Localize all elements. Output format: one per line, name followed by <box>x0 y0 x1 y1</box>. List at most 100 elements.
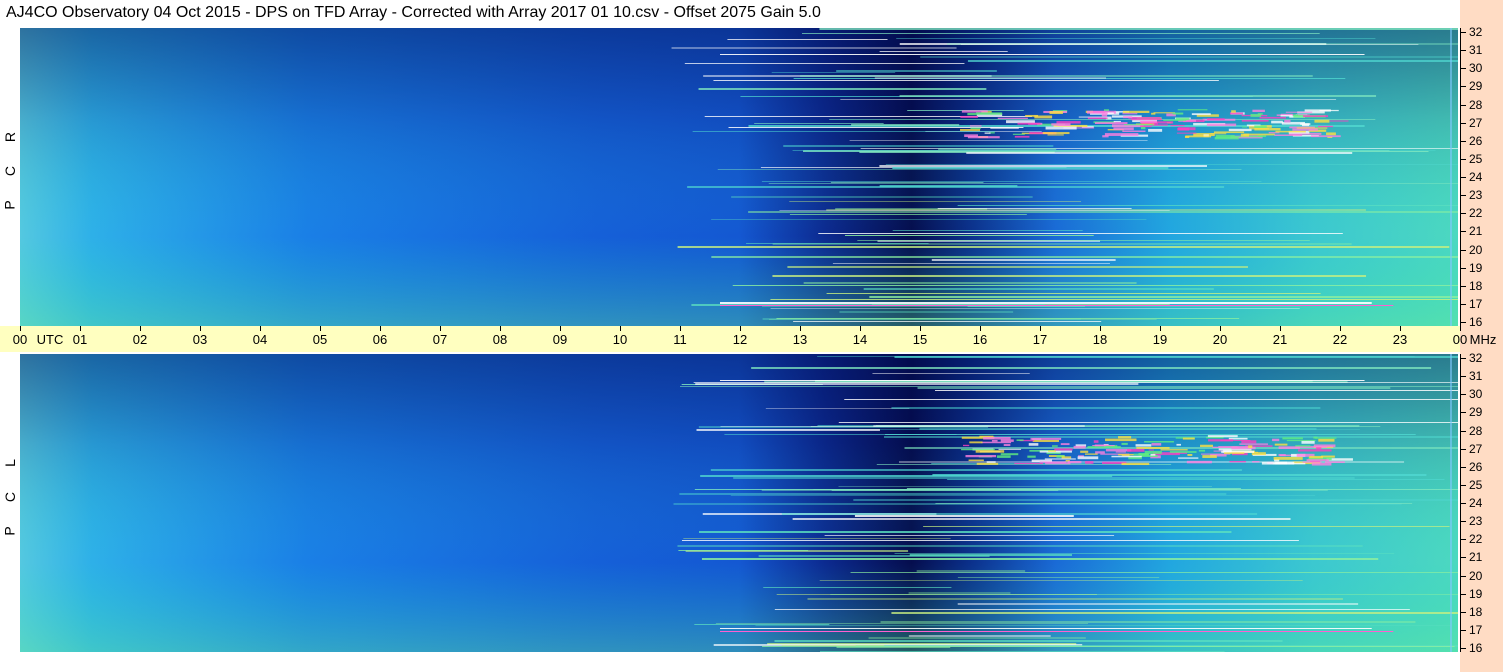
interference-streak <box>801 33 1320 34</box>
emission-band <box>1220 440 1251 442</box>
mhz-tick-label: 20 <box>1469 242 1483 257</box>
emission-band <box>1163 119 1187 121</box>
interference-streak <box>761 181 1262 182</box>
interference-streak <box>839 311 1014 313</box>
mhz-tick-label: 22 <box>1469 532 1483 547</box>
interference-streak <box>879 165 1208 167</box>
emission-band <box>1309 455 1323 459</box>
interference-streak <box>935 390 1458 391</box>
mhz-tick-mark <box>1460 466 1466 468</box>
emission-band <box>1039 461 1066 463</box>
utc-tick-mark <box>1040 326 1041 331</box>
interference-streak <box>916 570 1026 572</box>
emission-band <box>1301 440 1315 444</box>
mhz-tick-label: 17 <box>1469 296 1483 311</box>
mhz-tick-mark <box>1460 50 1466 52</box>
emission-band <box>1223 452 1245 454</box>
emission-band <box>1080 450 1089 453</box>
interference-streak <box>854 515 1074 517</box>
emission-band <box>1107 112 1114 115</box>
emission-band <box>1057 124 1071 126</box>
emission-band <box>1140 127 1146 130</box>
emission-band <box>1118 453 1134 456</box>
emission-band <box>1240 133 1249 137</box>
emission-band <box>1202 455 1217 458</box>
emission-band <box>1044 458 1076 460</box>
emission-band <box>1254 125 1267 128</box>
emission-band <box>1186 460 1212 464</box>
mhz-tick-label: 18 <box>1469 604 1483 619</box>
interference-streak <box>840 99 1337 100</box>
emission-band <box>1207 435 1238 438</box>
emission-band <box>991 439 998 442</box>
emission-band <box>1250 113 1262 117</box>
interference-streak <box>851 124 960 126</box>
emission-band <box>1092 444 1115 447</box>
emission-band <box>1078 116 1112 118</box>
interference-streak <box>957 603 1359 605</box>
emission-band <box>1111 455 1142 458</box>
emission-band <box>996 455 1011 458</box>
mhz-tick-mark <box>1460 557 1466 559</box>
emission-band <box>1306 459 1329 462</box>
emission-band <box>1047 134 1064 136</box>
interference-streak <box>683 538 951 539</box>
mhz-tick-label: 23 <box>1469 514 1483 529</box>
lcp-label: LCP <box>0 446 20 548</box>
emission-band <box>1175 117 1190 121</box>
emission-band <box>1176 132 1197 134</box>
emission-band <box>1127 448 1145 452</box>
utc-tick-label: 09 <box>552 332 568 347</box>
interference-streak <box>679 493 1227 495</box>
emission-band <box>1249 128 1269 130</box>
emission-band <box>1318 125 1333 128</box>
mhz-tick-mark <box>1460 285 1466 287</box>
emission-band <box>1274 443 1288 446</box>
interference-streak <box>720 302 1372 304</box>
emission-band <box>1272 438 1280 442</box>
interference-streak <box>879 51 1008 52</box>
mhz-tick-mark <box>1460 539 1466 541</box>
interference-streak <box>917 387 1391 389</box>
interference-streak <box>694 624 830 625</box>
interference-streak <box>967 306 1085 307</box>
emission-band <box>1259 116 1286 119</box>
emission-band <box>1324 461 1345 463</box>
emission-band <box>1280 114 1293 117</box>
emission-band <box>969 125 982 127</box>
emission-band <box>998 448 1022 450</box>
emission-band <box>1049 111 1063 115</box>
emission-band <box>1302 461 1322 463</box>
emission-band <box>1187 453 1193 456</box>
utc-tick-label: 23 <box>1392 332 1408 347</box>
emission-band <box>1207 118 1225 121</box>
emission-band <box>1248 445 1253 449</box>
interference-streak <box>800 75 1313 77</box>
mhz-tick-mark <box>1460 122 1466 124</box>
emission-band <box>1303 115 1329 118</box>
interference-streak <box>789 201 1082 202</box>
interference-streak <box>908 592 1011 594</box>
emission-band <box>1191 113 1211 116</box>
interference-streak <box>755 625 1452 626</box>
emission-band <box>1239 443 1269 445</box>
mhz-tick-label: 23 <box>1469 188 1483 203</box>
interference-streak <box>717 169 1242 170</box>
interference-streak <box>732 285 1458 286</box>
mhz-tick-mark <box>1460 68 1466 70</box>
interference-streak <box>891 612 1458 614</box>
utc-tick-label: 00 <box>12 332 28 347</box>
interference-streak <box>792 150 1436 151</box>
mhz-tick-mark <box>1460 593 1466 595</box>
emission-band <box>1122 113 1138 115</box>
emission-band <box>1061 456 1072 459</box>
mhz-tick-mark <box>1460 177 1466 178</box>
mhz-tick-mark <box>1460 32 1466 33</box>
emission-band <box>1261 461 1295 465</box>
emission-band <box>1151 443 1162 446</box>
interference-streak <box>838 422 1458 423</box>
emission-band <box>1144 450 1162 454</box>
emission-band <box>968 459 984 462</box>
interference-streak <box>770 299 1458 300</box>
emission-band <box>969 441 983 444</box>
